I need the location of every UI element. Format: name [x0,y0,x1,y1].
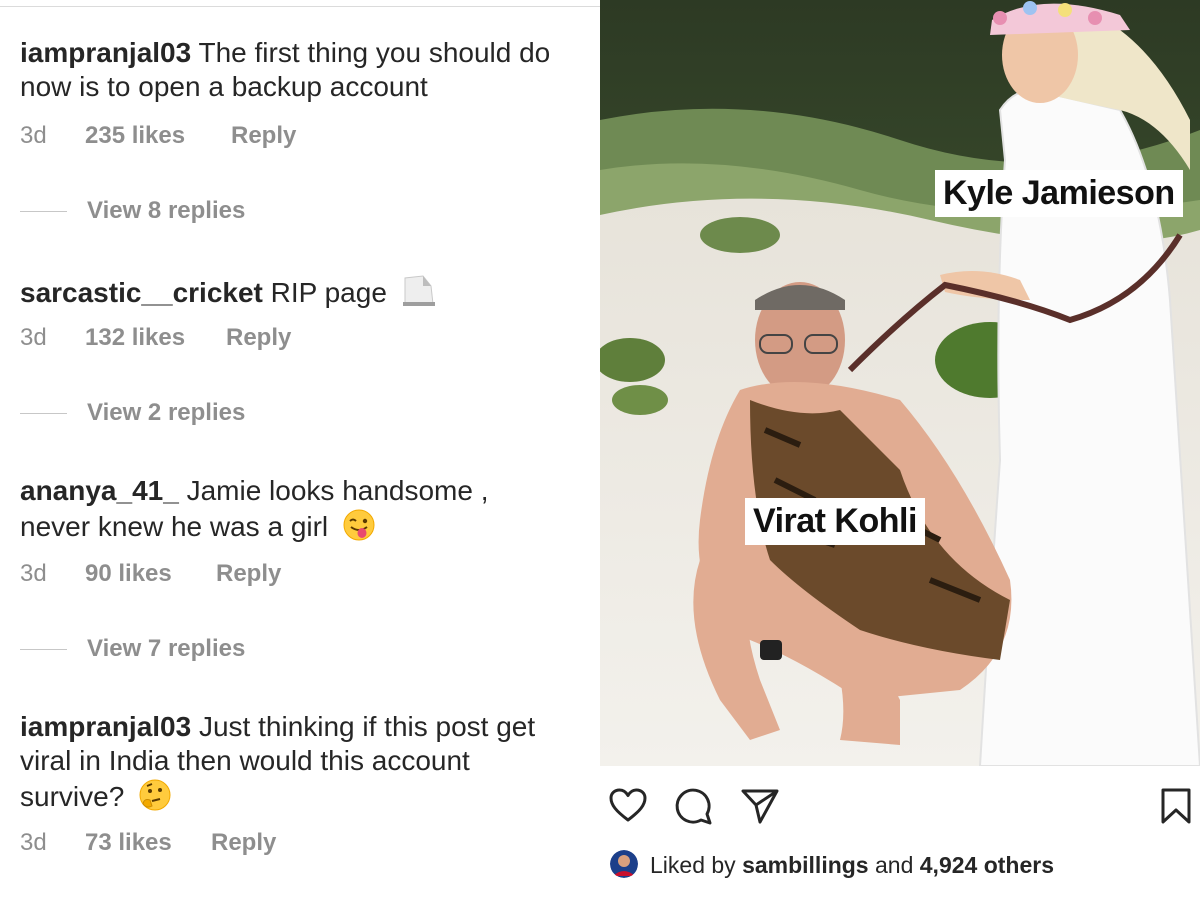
reply-button[interactable]: Reply [231,122,296,150]
comments-panel: iampranjal03 The first thing you should … [0,0,600,900]
heart-icon[interactable] [608,786,648,826]
comment-meta: 3d 132 likes Reply [20,324,580,354]
comment-item: iampranjal03 Just thinking if this post … [20,710,580,820]
divider [0,6,600,7]
comment-meta: 3d 235 likes Reply [20,122,580,152]
comment-text: RIP page [270,277,387,308]
comment-username[interactable]: sarcastic__cricket [20,277,263,308]
liked-by-row: Liked by sambillings and 4,924 others [610,848,1190,882]
comment-time: 3d [20,560,47,587]
comment-username[interactable]: ananya_41_ [20,475,179,506]
reply-button[interactable]: Reply [211,829,276,857]
comment-item: ananya_41_ Jamie looks handsome , never … [20,474,580,550]
liked-by-username[interactable]: sambillings [742,852,869,878]
comment-item: sarcastic__cricket RIP page [20,272,580,316]
comment-time: 3d [20,829,47,856]
comment-username[interactable]: iampranjal03 [20,37,191,68]
comment-meta: 3d 90 likes Reply [20,560,580,590]
photo-illustration [600,0,1200,766]
comment-meta: 3d 73 likes Reply [20,829,580,859]
comment-bubble-icon[interactable] [674,786,714,826]
comment-likes[interactable]: 90 likes [85,560,172,588]
post-panel: Kyle Jamieson Virat Kohli Liked by sambi… [600,0,1200,900]
paper-plane-icon[interactable] [740,786,780,826]
replies-line [20,211,67,212]
meme-label-center: Virat Kohli [745,498,925,545]
comment-body: ananya_41_ Jamie looks handsome , never … [20,474,540,550]
liked-by-and: and [875,852,914,878]
view-replies-label[interactable]: View 7 replies [87,635,245,663]
bookmark-icon[interactable] [1156,786,1196,826]
tongue-wink-emoji-icon [342,508,376,550]
liked-by-prefix: Liked by [650,852,736,878]
view-replies-button[interactable]: View 7 replies [20,635,420,665]
reply-button[interactable]: Reply [226,324,291,352]
comment-likes[interactable]: 132 likes [85,324,185,352]
view-replies-button[interactable]: View 8 replies [20,197,420,227]
replies-line [20,413,67,414]
replies-line [20,649,67,650]
comment-item: iampranjal03 The first thing you should … [20,36,580,104]
thinking-face-emoji-icon [138,778,172,820]
view-replies-button[interactable]: View 2 replies [20,399,420,429]
view-replies-label[interactable]: View 2 replies [87,399,245,427]
headstone-emoji-icon [401,272,437,316]
comment-body: iampranjal03 The first thing you should … [20,36,580,104]
comment-username[interactable]: iampranjal03 [20,711,191,742]
comment-body: sarcastic__cricket RIP page [20,272,580,316]
post-photo[interactable]: Kyle Jamieson Virat Kohli [600,0,1200,766]
comment-body: iampranjal03 Just thinking if this post … [20,710,575,820]
liked-by-others[interactable]: 4,924 others [920,852,1054,878]
avatar[interactable] [610,850,638,878]
comment-time: 3d [20,324,47,351]
liked-by-text: Liked by sambillings and 4,924 others [650,852,1054,879]
comment-likes[interactable]: 73 likes [85,829,172,857]
comment-time: 3d [20,122,47,149]
view-replies-label[interactable]: View 8 replies [87,197,245,225]
comment-likes[interactable]: 235 likes [85,122,185,150]
meme-label-top-right: Kyle Jamieson [935,170,1183,217]
reply-button[interactable]: Reply [216,560,281,588]
